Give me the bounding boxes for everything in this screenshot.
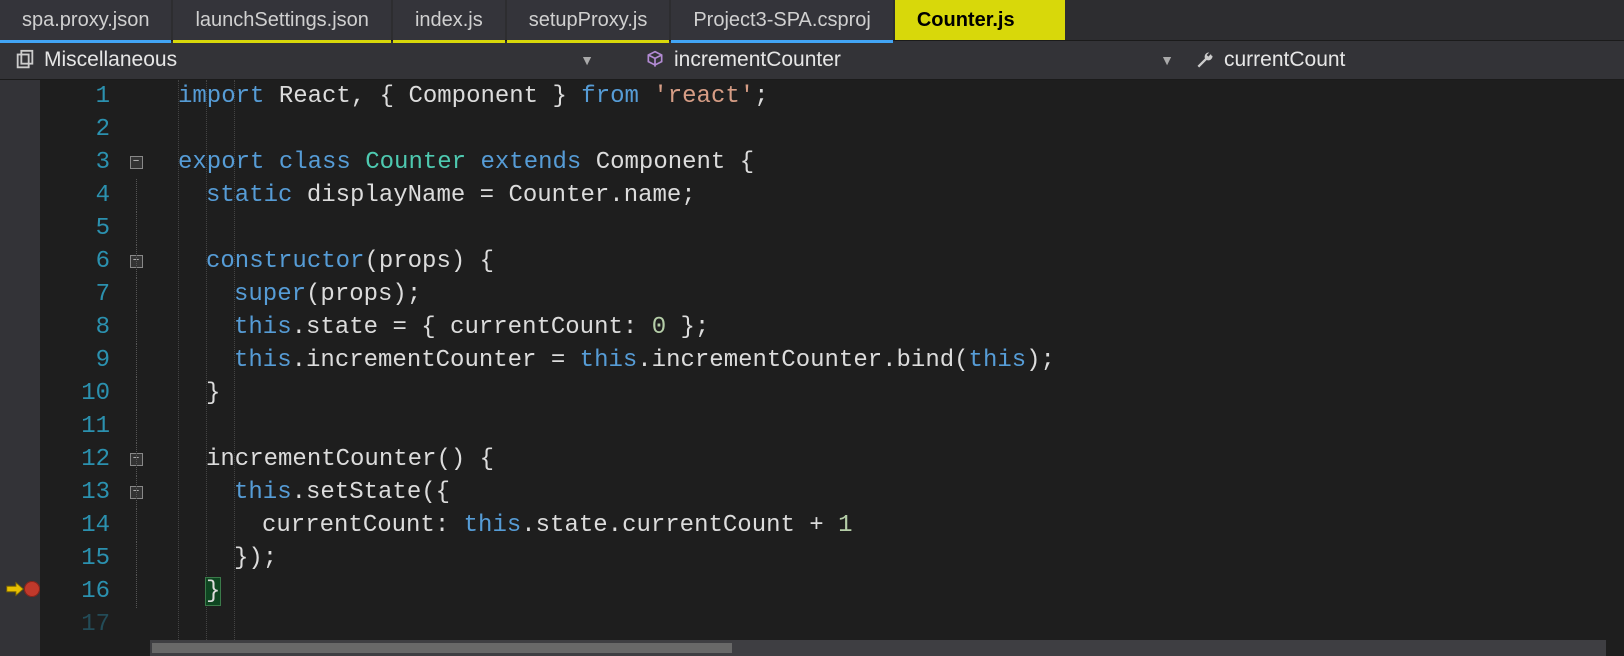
fold-guide [136, 443, 137, 476]
tab-bar: spa.proxy.json launchSettings.json index… [0, 0, 1624, 40]
tab-underline [671, 40, 892, 43]
horizontal-scrollbar[interactable] [150, 640, 1606, 656]
code-line[interactable]: this.incrementCounter = this.incrementCo… [150, 344, 1624, 377]
tab-counter-active[interactable]: Counter.js [895, 0, 1065, 40]
line-number: 16 [40, 575, 110, 608]
code-line[interactable]: constructor(props) { [150, 245, 1624, 278]
code-line[interactable] [150, 608, 1624, 641]
method-dropdown[interactable]: incrementCounter ▼ [604, 48, 1184, 72]
code-line[interactable]: currentCount: this.state.currentCount + … [150, 509, 1624, 542]
tab-csproj[interactable]: Project3-SPA.csproj [671, 0, 892, 40]
line-number: 12 [40, 443, 110, 476]
member-dropdown[interactable]: currentCount [1184, 48, 1620, 72]
code-line[interactable] [150, 410, 1624, 443]
tab-label: launchSettings.json [195, 9, 368, 32]
line-number: 8 [40, 311, 110, 344]
tab-index[interactable]: index.js [393, 0, 505, 40]
scope-dropdown[interactable]: Miscellaneous ▼ [4, 48, 604, 72]
wrench-icon [1194, 49, 1216, 71]
line-number: 7 [40, 278, 110, 311]
current-execution-arrow-icon [4, 578, 26, 600]
code-line[interactable] [150, 113, 1624, 146]
fold-guide [136, 245, 137, 278]
code-line[interactable]: }); [150, 542, 1624, 575]
line-number: 10 [40, 377, 110, 410]
nav-bar: Miscellaneous ▼ incrementCounter ▼ curre… [0, 40, 1624, 80]
tab-launchsettings[interactable]: launchSettings.json [173, 0, 390, 40]
tab-label: index.js [415, 9, 483, 32]
line-number: 17 [40, 608, 110, 641]
code-line[interactable]: incrementCounter() { [150, 443, 1624, 476]
code-line[interactable]: static displayName = Counter.name; [150, 179, 1624, 212]
chevron-down-icon: ▼ [580, 52, 594, 68]
code-line[interactable]: } [150, 377, 1624, 410]
fold-guide [136, 179, 137, 212]
fold-guide [136, 575, 137, 608]
code-line[interactable] [150, 212, 1624, 245]
line-number: 15 [40, 542, 110, 575]
method-label: incrementCounter [674, 48, 841, 72]
fold-guide [136, 377, 137, 410]
fold-guide [136, 476, 137, 509]
breakpoint-icon[interactable] [24, 581, 40, 597]
tab-label: Project3-SPA.csproj [693, 9, 870, 32]
line-number: 2 [40, 113, 110, 146]
scrollbar-thumb[interactable] [152, 643, 732, 653]
fold-guide [136, 212, 137, 245]
matching-brace: } [206, 578, 220, 605]
line-number-gutter: 1 2 3 4 5 6 7 8 9 10 11 12 13 14 15 16 1… [40, 80, 122, 656]
chevron-down-icon: ▼ [1160, 52, 1174, 68]
fold-guide [136, 509, 137, 542]
tab-spa-proxy[interactable]: spa.proxy.json [0, 0, 171, 40]
fold-guide [136, 542, 137, 575]
tab-setupproxy[interactable]: setupProxy.js [507, 0, 670, 40]
code-line[interactable]: this.setState({ [150, 476, 1624, 509]
line-number: 1 [40, 80, 110, 113]
scope-label: Miscellaneous [44, 48, 177, 72]
fold-guide [136, 410, 137, 443]
code-line[interactable]: export class Counter extends Component { [150, 146, 1624, 179]
code-line[interactable]: this.state = { currentCount: 0 }; [150, 311, 1624, 344]
tab-underline [507, 40, 670, 43]
fold-gutter: − − − − [122, 80, 150, 656]
code-line[interactable]: super(props); [150, 278, 1624, 311]
code-line[interactable]: } [150, 575, 1624, 608]
tab-underline [393, 40, 505, 43]
line-number: 6 [40, 245, 110, 278]
fold-guide [136, 344, 137, 377]
tab-label: setupProxy.js [529, 9, 648, 32]
code-content[interactable]: import React, { Component } from 'react'… [150, 80, 1624, 656]
fold-guide [136, 278, 137, 311]
files-icon [14, 49, 36, 71]
line-number: 13 [40, 476, 110, 509]
line-number: 3 [40, 146, 110, 179]
tab-label: spa.proxy.json [22, 9, 149, 32]
line-number: 14 [40, 509, 110, 542]
tab-underline [0, 40, 171, 43]
line-number: 5 [40, 212, 110, 245]
line-number: 11 [40, 410, 110, 443]
tab-label: Counter.js [917, 9, 1015, 32]
line-number: 9 [40, 344, 110, 377]
tab-underline [173, 40, 390, 43]
member-label: currentCount [1224, 48, 1345, 72]
glyph-margin[interactable] [0, 80, 40, 656]
line-number: 4 [40, 179, 110, 212]
code-line[interactable]: import React, { Component } from 'react'… [150, 80, 1624, 113]
fold-guide [136, 311, 137, 344]
fold-toggle[interactable]: − [130, 156, 143, 169]
cube-icon [644, 49, 666, 71]
code-editor[interactable]: 1 2 3 4 5 6 7 8 9 10 11 12 13 14 15 16 1… [0, 80, 1624, 656]
